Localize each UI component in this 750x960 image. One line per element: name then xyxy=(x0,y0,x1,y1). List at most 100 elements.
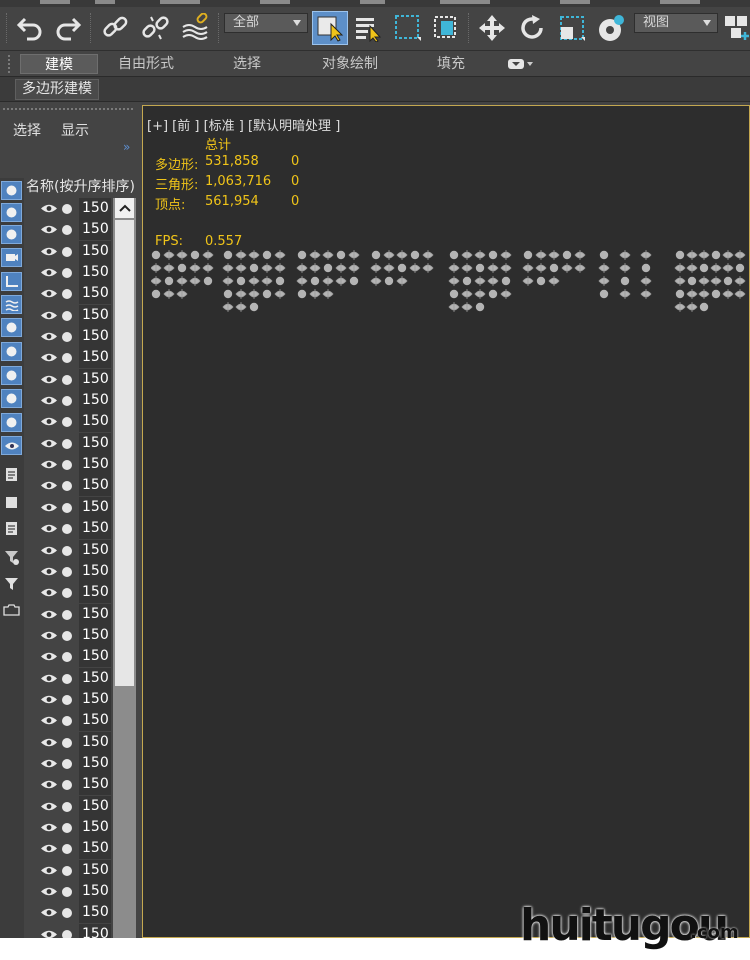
undo-button[interactable] xyxy=(14,12,46,44)
ornament-model[interactable] xyxy=(202,263,214,273)
ornament-model[interactable] xyxy=(236,276,246,286)
ornament-model[interactable] xyxy=(261,276,273,286)
ornament-model[interactable] xyxy=(335,276,347,286)
ornament-model[interactable] xyxy=(348,250,360,260)
ornament-model[interactable] xyxy=(189,263,201,273)
freeze-toggle-icon[interactable] xyxy=(62,716,72,727)
eye-icon[interactable] xyxy=(40,587,58,598)
freeze-toggle-icon[interactable] xyxy=(62,225,72,236)
ornament-model[interactable] xyxy=(151,263,162,273)
pivot-center-button[interactable] xyxy=(720,12,750,44)
eye-icon[interactable] xyxy=(40,459,58,470)
ornament-model[interactable] xyxy=(163,250,175,260)
tab-populate[interactable]: 填充 xyxy=(420,54,482,74)
ornament-model[interactable] xyxy=(261,263,273,273)
eye-icon[interactable] xyxy=(40,374,58,385)
ornament-model[interactable] xyxy=(710,276,722,286)
ornament-model[interactable] xyxy=(723,276,733,286)
ornament-model[interactable] xyxy=(462,276,472,286)
ornament-model[interactable] xyxy=(275,276,285,286)
eye-icon[interactable] xyxy=(40,438,58,449)
ornament-model[interactable] xyxy=(235,302,247,312)
freeze-toggle-icon[interactable] xyxy=(62,865,72,876)
expand-more-icon[interactable]: » xyxy=(123,140,130,154)
ornament-model[interactable] xyxy=(535,263,547,273)
layer-icon[interactable] xyxy=(1,600,22,619)
eye-icon[interactable] xyxy=(40,352,58,363)
helper-icon[interactable] xyxy=(1,272,22,291)
ornament-model[interactable] xyxy=(249,263,259,273)
ornament-model[interactable] xyxy=(397,263,407,273)
ornament-model[interactable] xyxy=(561,263,573,273)
scroll-up-button[interactable] xyxy=(115,198,134,218)
ornament-model[interactable] xyxy=(574,250,586,260)
ornament-model[interactable] xyxy=(500,250,512,260)
freeze-toggle-icon[interactable] xyxy=(62,545,72,556)
link-button[interactable] xyxy=(100,12,132,44)
ornament-model[interactable] xyxy=(449,289,459,299)
ornament-model[interactable] xyxy=(574,263,586,273)
ornament-model[interactable] xyxy=(461,250,473,260)
ornament-model[interactable] xyxy=(249,302,259,312)
redo-button[interactable] xyxy=(52,12,84,44)
freeze-toggle-icon[interactable] xyxy=(62,630,72,641)
ornament-model[interactable] xyxy=(235,250,247,260)
select-by-name-button[interactable] xyxy=(352,12,384,44)
bone-icon[interactable] xyxy=(1,366,22,385)
ornament-model[interactable] xyxy=(309,250,321,260)
ornament-model[interactable] xyxy=(310,276,320,286)
ornament-model[interactable] xyxy=(535,250,547,260)
freeze-toggle-icon[interactable] xyxy=(62,908,72,919)
ornament-model[interactable] xyxy=(675,289,685,299)
ornament-model[interactable] xyxy=(323,263,333,273)
place-button[interactable] xyxy=(596,12,628,44)
freeze-toggle-icon[interactable] xyxy=(62,417,72,428)
freeze-toggle-icon[interactable] xyxy=(62,758,72,769)
ornament-model[interactable] xyxy=(475,302,485,312)
filter-settings-icon[interactable] xyxy=(1,548,22,567)
polygon-modeling-panel[interactable]: 多边形建模 xyxy=(15,79,99,100)
freeze-toggle-icon[interactable] xyxy=(62,887,72,897)
ornament-model[interactable] xyxy=(487,276,499,286)
ornament-model[interactable] xyxy=(619,263,631,273)
ornament-model[interactable] xyxy=(500,263,512,273)
ornament-model[interactable] xyxy=(686,263,698,273)
ornament-model[interactable] xyxy=(687,276,697,286)
freeze-toggle-icon[interactable] xyxy=(62,588,72,599)
ornament-model[interactable] xyxy=(598,263,610,273)
ornament-model[interactable] xyxy=(248,289,260,299)
group-icon[interactable] xyxy=(1,318,22,337)
ornament-model[interactable] xyxy=(474,289,486,299)
eye-icon[interactable] xyxy=(40,609,58,620)
ornament-model[interactable] xyxy=(296,276,308,286)
tab-object-paint[interactable]: 对象绘制 xyxy=(308,54,392,74)
ornament-model[interactable] xyxy=(349,276,359,286)
ornament-model[interactable] xyxy=(686,302,698,312)
frozen-icon[interactable] xyxy=(1,413,22,432)
eye-icon[interactable] xyxy=(40,843,58,854)
ornament-model[interactable] xyxy=(309,289,321,299)
freeze-toggle-icon[interactable] xyxy=(62,204,72,214)
ornament-model[interactable] xyxy=(734,276,746,286)
eye-icon[interactable] xyxy=(40,502,58,513)
ornament-model[interactable] xyxy=(711,250,721,260)
tab-selection[interactable]: 选择 xyxy=(212,54,282,74)
freeze-toggle-icon[interactable] xyxy=(62,524,72,535)
ornament-model[interactable] xyxy=(222,263,234,273)
freeze-toggle-icon[interactable] xyxy=(62,289,72,300)
ornament-model[interactable] xyxy=(223,289,233,299)
ornament-model[interactable] xyxy=(734,250,746,260)
column-header-name[interactable]: 名称(按升序排序) xyxy=(26,176,140,198)
shapes-icon[interactable] xyxy=(1,203,22,222)
ornament-models[interactable] xyxy=(151,250,750,320)
ornament-model[interactable] xyxy=(274,250,286,260)
ornament-model[interactable] xyxy=(548,250,560,260)
ornament-model[interactable] xyxy=(151,289,161,299)
ribbon-options-button[interactable] xyxy=(500,54,540,74)
eye-icon[interactable] xyxy=(40,224,58,235)
eye-icon[interactable] xyxy=(40,566,58,577)
freeze-toggle-icon[interactable] xyxy=(62,374,72,385)
ornament-model[interactable] xyxy=(620,276,630,286)
viewport-label[interactable]: [+] [前 ] [标准 ] [默认明暗处理 ] xyxy=(147,115,340,134)
ornament-model[interactable] xyxy=(164,276,174,286)
